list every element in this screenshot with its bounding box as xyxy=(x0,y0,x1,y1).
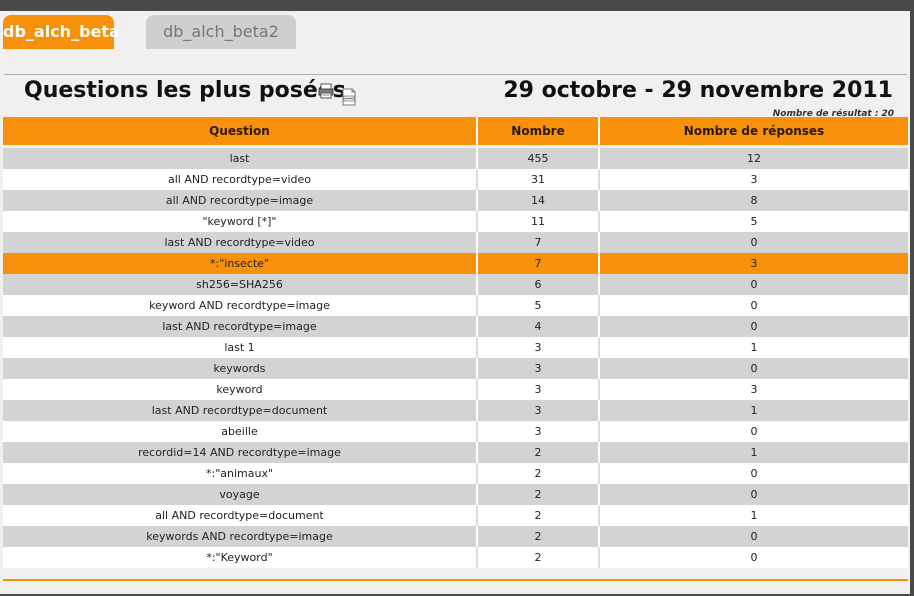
cell-question: *:"insecte" xyxy=(3,253,478,274)
cell-question: abeille xyxy=(3,421,478,442)
cell-question: last xyxy=(3,148,478,169)
cell-count: 7 xyxy=(477,232,600,253)
table-row[interactable]: all AND recordtype=document 2 1 xyxy=(3,505,908,526)
table-row[interactable]: abeille 3 0 xyxy=(3,421,908,442)
table-row[interactable]: last AND recordtype=document 3 1 xyxy=(3,400,908,421)
cell-question: *:"animaux" xyxy=(3,463,478,484)
cell-question: keyword AND recordtype=image xyxy=(3,295,478,316)
table-row[interactable]: all AND recordtype=image 14 8 xyxy=(3,190,908,211)
cell-count: 3 xyxy=(477,421,600,442)
cell-question: "keyword [*]" xyxy=(3,211,478,232)
cell-answers: 0 xyxy=(599,463,908,484)
table-row[interactable]: keyword 3 3 xyxy=(3,379,908,400)
cell-count: 5 xyxy=(477,295,600,316)
cell-question: last 1 xyxy=(3,337,478,358)
cell-answers: 0 xyxy=(599,295,908,316)
cell-count: 31 xyxy=(477,169,600,190)
table-header-row: Question Nombre Nombre de réponses xyxy=(3,117,908,145)
header-divider-top xyxy=(4,74,907,75)
cell-answers: 0 xyxy=(599,547,908,568)
table-row[interactable]: keywords 3 0 xyxy=(3,358,908,379)
cell-answers: 0 xyxy=(599,274,908,295)
cell-count: 3 xyxy=(477,337,600,358)
table-row[interactable]: last AND recordtype=image 4 0 xyxy=(3,316,908,337)
cell-count: 2 xyxy=(477,505,600,526)
table-row[interactable]: keyword AND recordtype=image 5 0 xyxy=(3,295,908,316)
cell-count: 2 xyxy=(477,463,600,484)
cell-question: *:"Keyword" xyxy=(3,547,478,568)
cell-count: 4 xyxy=(477,316,600,337)
cell-question: all AND recordtype=image xyxy=(3,190,478,211)
cell-question: keywords xyxy=(3,358,478,379)
cell-count: 2 xyxy=(477,442,600,463)
cell-question: sh256=SHA256 xyxy=(3,274,478,295)
cell-question: keywords AND recordtype=image xyxy=(3,526,478,547)
table-row[interactable]: *:"animaux" 2 0 xyxy=(3,463,908,484)
cell-count: 455 xyxy=(477,148,600,169)
cell-answers: 0 xyxy=(599,232,908,253)
cell-question: last AND recordtype=video xyxy=(3,232,478,253)
cell-answers: 1 xyxy=(599,442,908,463)
table-row[interactable]: *:"insecte" 7 3 xyxy=(3,253,908,274)
column-header-count: Nombre xyxy=(477,117,600,145)
table-row[interactable]: last 131 xyxy=(3,337,908,358)
cell-count: 6 xyxy=(477,274,600,295)
cell-question: voyage xyxy=(3,484,478,505)
tab-db-alch-beta2[interactable]: db_alch_beta2 xyxy=(146,15,296,49)
cell-question: recordid=14 AND recordtype=image xyxy=(3,442,478,463)
table-row[interactable]: *:"Keyword" 2 0 xyxy=(3,547,908,568)
questions-table: Question Nombre Nombre de réponses last 4… xyxy=(3,117,908,568)
cell-answers: 12 xyxy=(599,148,908,169)
tab-db-alch-beta[interactable]: db_alch_beta xyxy=(3,15,120,49)
cell-answers: 3 xyxy=(599,253,908,274)
column-header-question: Question xyxy=(3,117,478,145)
column-header-answers: Nombre de réponses xyxy=(599,117,908,145)
cell-answers: 1 xyxy=(599,505,908,526)
cell-count: 7 xyxy=(477,253,600,274)
table-row[interactable]: last 455 12 xyxy=(3,148,908,169)
cell-answers: 0 xyxy=(599,358,908,379)
date-range: 29 octobre - 29 novembre 2011 xyxy=(503,78,893,103)
cell-count: 11 xyxy=(477,211,600,232)
cell-answers: 1 xyxy=(599,400,908,421)
table-row[interactable]: last AND recordtype=video 7 0 xyxy=(3,232,908,253)
cell-answers: 0 xyxy=(599,421,908,442)
cell-question: all AND recordtype=video xyxy=(3,169,478,190)
cell-answers: 0 xyxy=(599,484,908,505)
cell-count: 3 xyxy=(477,379,600,400)
cell-answers: 1 xyxy=(599,337,908,358)
cell-question: last AND recordtype=document xyxy=(3,400,478,421)
csv-export-icon[interactable] xyxy=(341,88,357,106)
cell-answers: 5 xyxy=(599,211,908,232)
cell-answers: 8 xyxy=(599,190,908,211)
cell-count: 3 xyxy=(477,400,600,421)
table-bottom-rule xyxy=(3,579,908,581)
page-title: Questions les plus posées xyxy=(24,78,346,103)
table-row[interactable]: sh256=SHA256 6 0 xyxy=(3,274,908,295)
cell-answers: 0 xyxy=(599,526,908,547)
cell-answers: 3 xyxy=(599,379,908,400)
cell-answers: 0 xyxy=(599,316,908,337)
table-row[interactable]: "keyword [*]" 11 5 xyxy=(3,211,908,232)
cell-question: keyword xyxy=(3,379,478,400)
table-row[interactable]: keywords AND recordtype=image 2 0 xyxy=(3,526,908,547)
cell-count: 3 xyxy=(477,358,600,379)
cell-question: all AND recordtype=document xyxy=(3,505,478,526)
table-row[interactable]: recordid=14 AND recordtype=image 2 1 xyxy=(3,442,908,463)
cell-count: 2 xyxy=(477,526,600,547)
cell-answers: 3 xyxy=(599,169,908,190)
table-row[interactable]: voyage 2 0 xyxy=(3,484,908,505)
table-row[interactable]: all AND recordtype=video 31 3 xyxy=(3,169,908,190)
table-body: last 455 12 all AND recordtype=video 31 3 all … xyxy=(3,145,908,568)
cell-count: 2 xyxy=(477,547,600,568)
cell-count: 14 xyxy=(477,190,600,211)
cell-question: last AND recordtype=image xyxy=(3,316,478,337)
printer-icon[interactable] xyxy=(318,83,334,99)
cell-count: 2 xyxy=(477,484,600,505)
